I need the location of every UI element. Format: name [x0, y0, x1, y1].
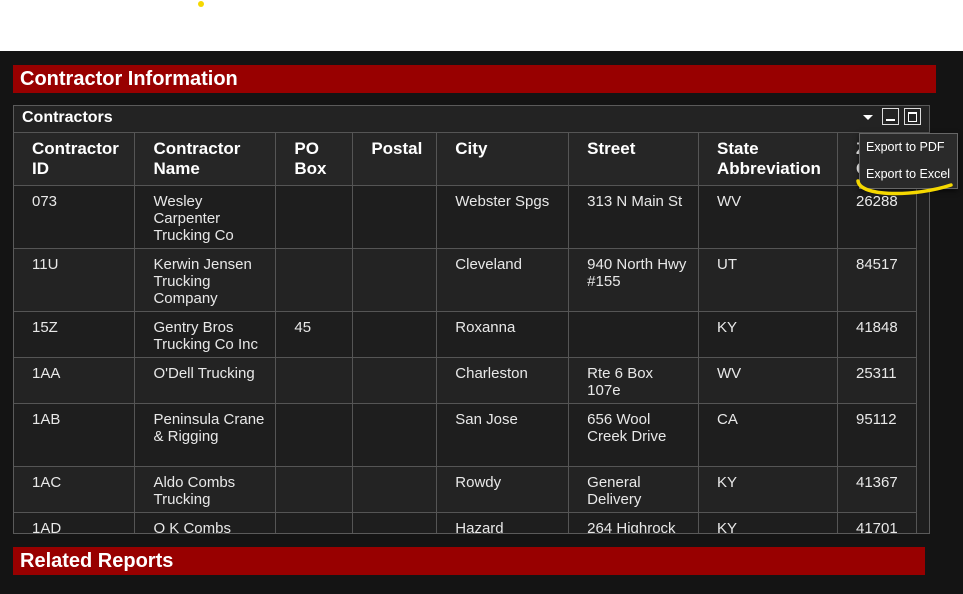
top-area [0, 0, 963, 51]
column-header[interactable]: City [436, 133, 570, 186]
table-cell: Cleveland [436, 248, 570, 312]
section-header-contractor-information: Contractor Information [13, 65, 936, 93]
contractors-grid[interactable]: Contractor ID Contractor Name PO Box Postal… [14, 133, 917, 533]
table-cell: 15Z [14, 311, 136, 358]
contractors-panel: Contractors Contractor ID Contractor Name… [13, 105, 930, 534]
table-row[interactable]: 1AA O'Dell Trucking Charleston Rte 6 Box 10… [14, 357, 917, 404]
table-cell [568, 311, 700, 358]
table-cell: 073 [14, 185, 136, 249]
column-header[interactable]: Postal [352, 133, 438, 186]
column-header[interactable]: Contractor Name [134, 133, 277, 186]
table-cell: Webster Spgs [436, 185, 570, 249]
table-cell: 41701 [837, 512, 917, 533]
table-cell [275, 512, 354, 533]
panel-title: Contractors [22, 109, 113, 126]
table-cell: O K Combs [134, 512, 277, 533]
chevron-down-icon[interactable] [863, 115, 873, 120]
table-cell: 313 N Main St [568, 185, 700, 249]
table-row[interactable]: 15Z Gentry Bros Trucking Co Inc 45 Roxanna K… [14, 311, 917, 358]
table-cell: 1AB [14, 403, 136, 467]
table-row[interactable]: 1AD O K Combs Hazard 264 Highrock KY 41701 [14, 512, 917, 533]
table-cell: Rowdy [436, 466, 570, 513]
table-cell: Charleston [436, 357, 570, 404]
maximize-icon[interactable] [904, 108, 921, 125]
contractors-table: Contractor ID Contractor Name PO Box Postal… [14, 133, 917, 533]
table-cell: WV [698, 185, 838, 249]
table-row[interactable]: 1AB Peninsula Crane & Rigging San Jose 656 … [14, 403, 917, 467]
table-cell: 25311 [837, 357, 917, 404]
table-cell: Kerwin Jensen Trucking Company [134, 248, 277, 312]
table-cell: KY [698, 512, 838, 533]
table-cell: Gentry Bros Trucking Co Inc [134, 311, 277, 358]
table-cell: KY [698, 466, 838, 513]
table-cell [275, 248, 354, 312]
table-cell: Rte 6 Box 107e [568, 357, 700, 404]
table-cell: 656 Wool Creek Drive [568, 403, 700, 467]
table-cell: 11U [14, 248, 136, 312]
table-cell: Peninsula Crane & Rigging [134, 403, 277, 467]
table-cell: O'Dell Trucking [134, 357, 277, 404]
table-cell: 45 [275, 311, 354, 358]
table-cell: UT [698, 248, 838, 312]
table-cell: CA [698, 403, 838, 467]
table-cell [275, 357, 354, 404]
table-cell [352, 248, 438, 312]
export-menu: Export to PDF Export to Excel [859, 133, 958, 189]
export-to-excel-menu-item[interactable]: Export to Excel [866, 167, 950, 181]
table-cell: 1AC [14, 466, 136, 513]
table-cell [352, 311, 438, 358]
table-cell: 26288 [837, 185, 917, 249]
table-cell [352, 512, 438, 533]
table-cell: 41848 [837, 311, 917, 358]
table-cell [352, 466, 438, 513]
panel-header: Contractors [14, 106, 929, 133]
table-cell [352, 403, 438, 467]
table-cell [275, 466, 354, 513]
table-cell: WV [698, 357, 838, 404]
column-header[interactable]: Contractor ID [14, 133, 136, 186]
table-row[interactable]: 073 Wesley Carpenter Trucking Co Webster S… [14, 185, 917, 249]
table-cell: 264 Highrock [568, 512, 700, 533]
table-cell: 41367 [837, 466, 917, 513]
table-cell: Hazard [436, 512, 570, 533]
table-cell: Wesley Carpenter Trucking Co [134, 185, 277, 249]
table-cell [275, 403, 354, 467]
table-row[interactable]: 11U Kerwin Jensen Trucking Company Clevela… [14, 248, 917, 312]
annotation-dot [198, 1, 204, 7]
column-header[interactable]: Street [568, 133, 700, 186]
table-cell: General Delivery [568, 466, 700, 513]
export-to-pdf-menu-item[interactable]: Export to PDF [866, 140, 945, 154]
table-header-row: Contractor ID Contractor Name PO Box Postal… [14, 133, 917, 186]
table-row[interactable]: 1AC Aldo Combs Trucking Rowdy General Deliv… [14, 466, 917, 513]
table-cell [352, 185, 438, 249]
table-cell: San Jose [436, 403, 570, 467]
table-cell: 95112 [837, 403, 917, 467]
table-cell: 940 North Hwy #155 [568, 248, 700, 312]
table-cell: 1AD [14, 512, 136, 533]
section-header-related-reports: Related Reports [13, 547, 925, 575]
table-cell: 1AA [14, 357, 136, 404]
table-cell: KY [698, 311, 838, 358]
table-cell [352, 357, 438, 404]
table-cell: 84517 [837, 248, 917, 312]
minimize-icon[interactable] [882, 108, 899, 125]
table-cell: Roxanna [436, 311, 570, 358]
column-header[interactable]: PO Box [275, 133, 354, 186]
table-cell [275, 185, 354, 249]
table-cell: Aldo Combs Trucking [134, 466, 277, 513]
column-header[interactable]: State Abbreviation [698, 133, 838, 186]
